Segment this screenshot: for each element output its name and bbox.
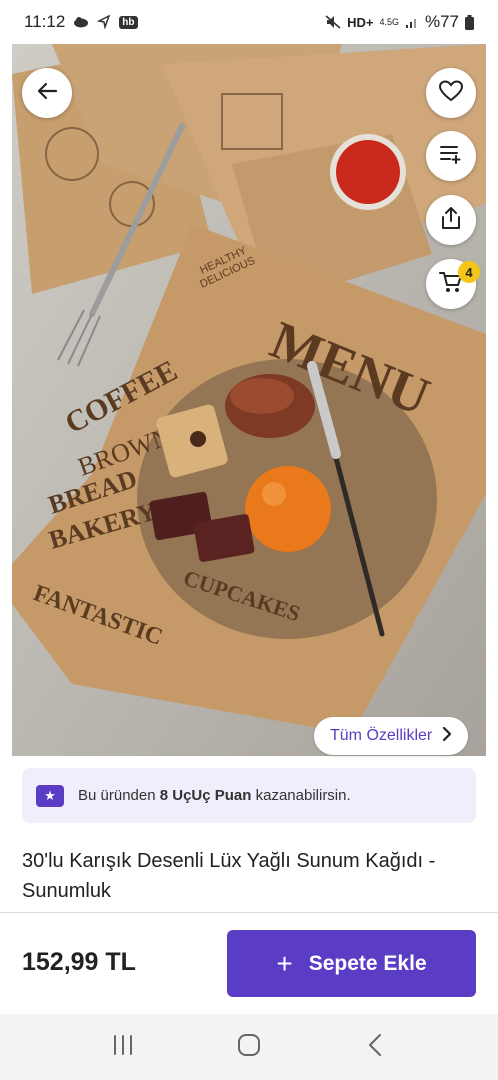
heart-icon [438, 79, 464, 107]
location-icon [97, 15, 111, 29]
battery-percent: %77 [424, 12, 459, 31]
home-button[interactable] [229, 1027, 269, 1067]
share-button[interactable] [426, 195, 476, 245]
product-title: 30'lu Karışık Desenli Lüx Yağlı Sunum Ka… [22, 850, 436, 902]
network-gen-label: 4.5G [379, 17, 399, 27]
product-photo: MENU COFFEE BROWNIE BREAD BAKERY FANTAST… [12, 44, 486, 756]
cart-button[interactable]: 4 [426, 259, 480, 309]
back-nav-button[interactable] [355, 1027, 395, 1067]
favorite-button[interactable] [426, 68, 476, 118]
cart-count-badge: 4 [458, 261, 480, 283]
cloud-icon [73, 16, 89, 28]
product-price: 152,99 TL [22, 948, 136, 976]
plus-icon: + [276, 947, 293, 979]
mute-icon [325, 15, 341, 29]
screen: 11:12 hb HD+ 4.5G %77 MENU COFFEE BROWNI… [0, 0, 498, 1080]
share-icon [440, 206, 462, 235]
star-icon: ★ [36, 784, 64, 807]
chevron-right-icon [442, 726, 452, 747]
status-left: 11:12 hb [24, 12, 138, 32]
compare-list-button[interactable] [426, 131, 476, 181]
network-label: HD+ [347, 14, 374, 30]
add-to-cart-label: Sepete Ekle [308, 951, 427, 975]
product-image[interactable]: MENU COFFEE BROWNIE BREAD BAKERY FANTAST… [12, 44, 486, 756]
all-features-label: Tüm Özellikler [330, 727, 433, 744]
chevron-left-icon [368, 1033, 382, 1062]
signal-icon [405, 15, 419, 29]
arrow-left-icon [36, 80, 58, 107]
points-highlight: 8 UçUç Puan [159, 787, 252, 804]
points-text: Bu üründen 8 UçUç Puan kazanabilirsin. [78, 787, 351, 804]
points-banner: ★ Bu üründen 8 UçUç Puan kazanabilirsin. [22, 768, 476, 823]
battery-icon [465, 14, 474, 30]
add-to-cart-button[interactable]: + Sepete Ekle [227, 930, 476, 997]
back-button[interactable] [22, 68, 72, 118]
status-right: HD+ 4.5G %77 [325, 12, 474, 32]
hb-app-icon: hb [119, 15, 138, 29]
divider [0, 912, 498, 913]
status-time: 11:12 [24, 12, 66, 31]
points-prefix: Bu üründen [78, 787, 160, 804]
recent-apps-button[interactable] [103, 1027, 143, 1067]
status-bar: 11:12 hb HD+ 4.5G %77 [0, 0, 498, 44]
recent-apps-icon [111, 1034, 135, 1061]
list-add-icon [440, 144, 462, 169]
points-suffix: kazanabilirsin. [251, 787, 351, 804]
home-icon [237, 1033, 261, 1062]
all-features-button[interactable]: Tüm Özellikler [314, 717, 469, 755]
system-nav-bar [0, 1014, 498, 1080]
